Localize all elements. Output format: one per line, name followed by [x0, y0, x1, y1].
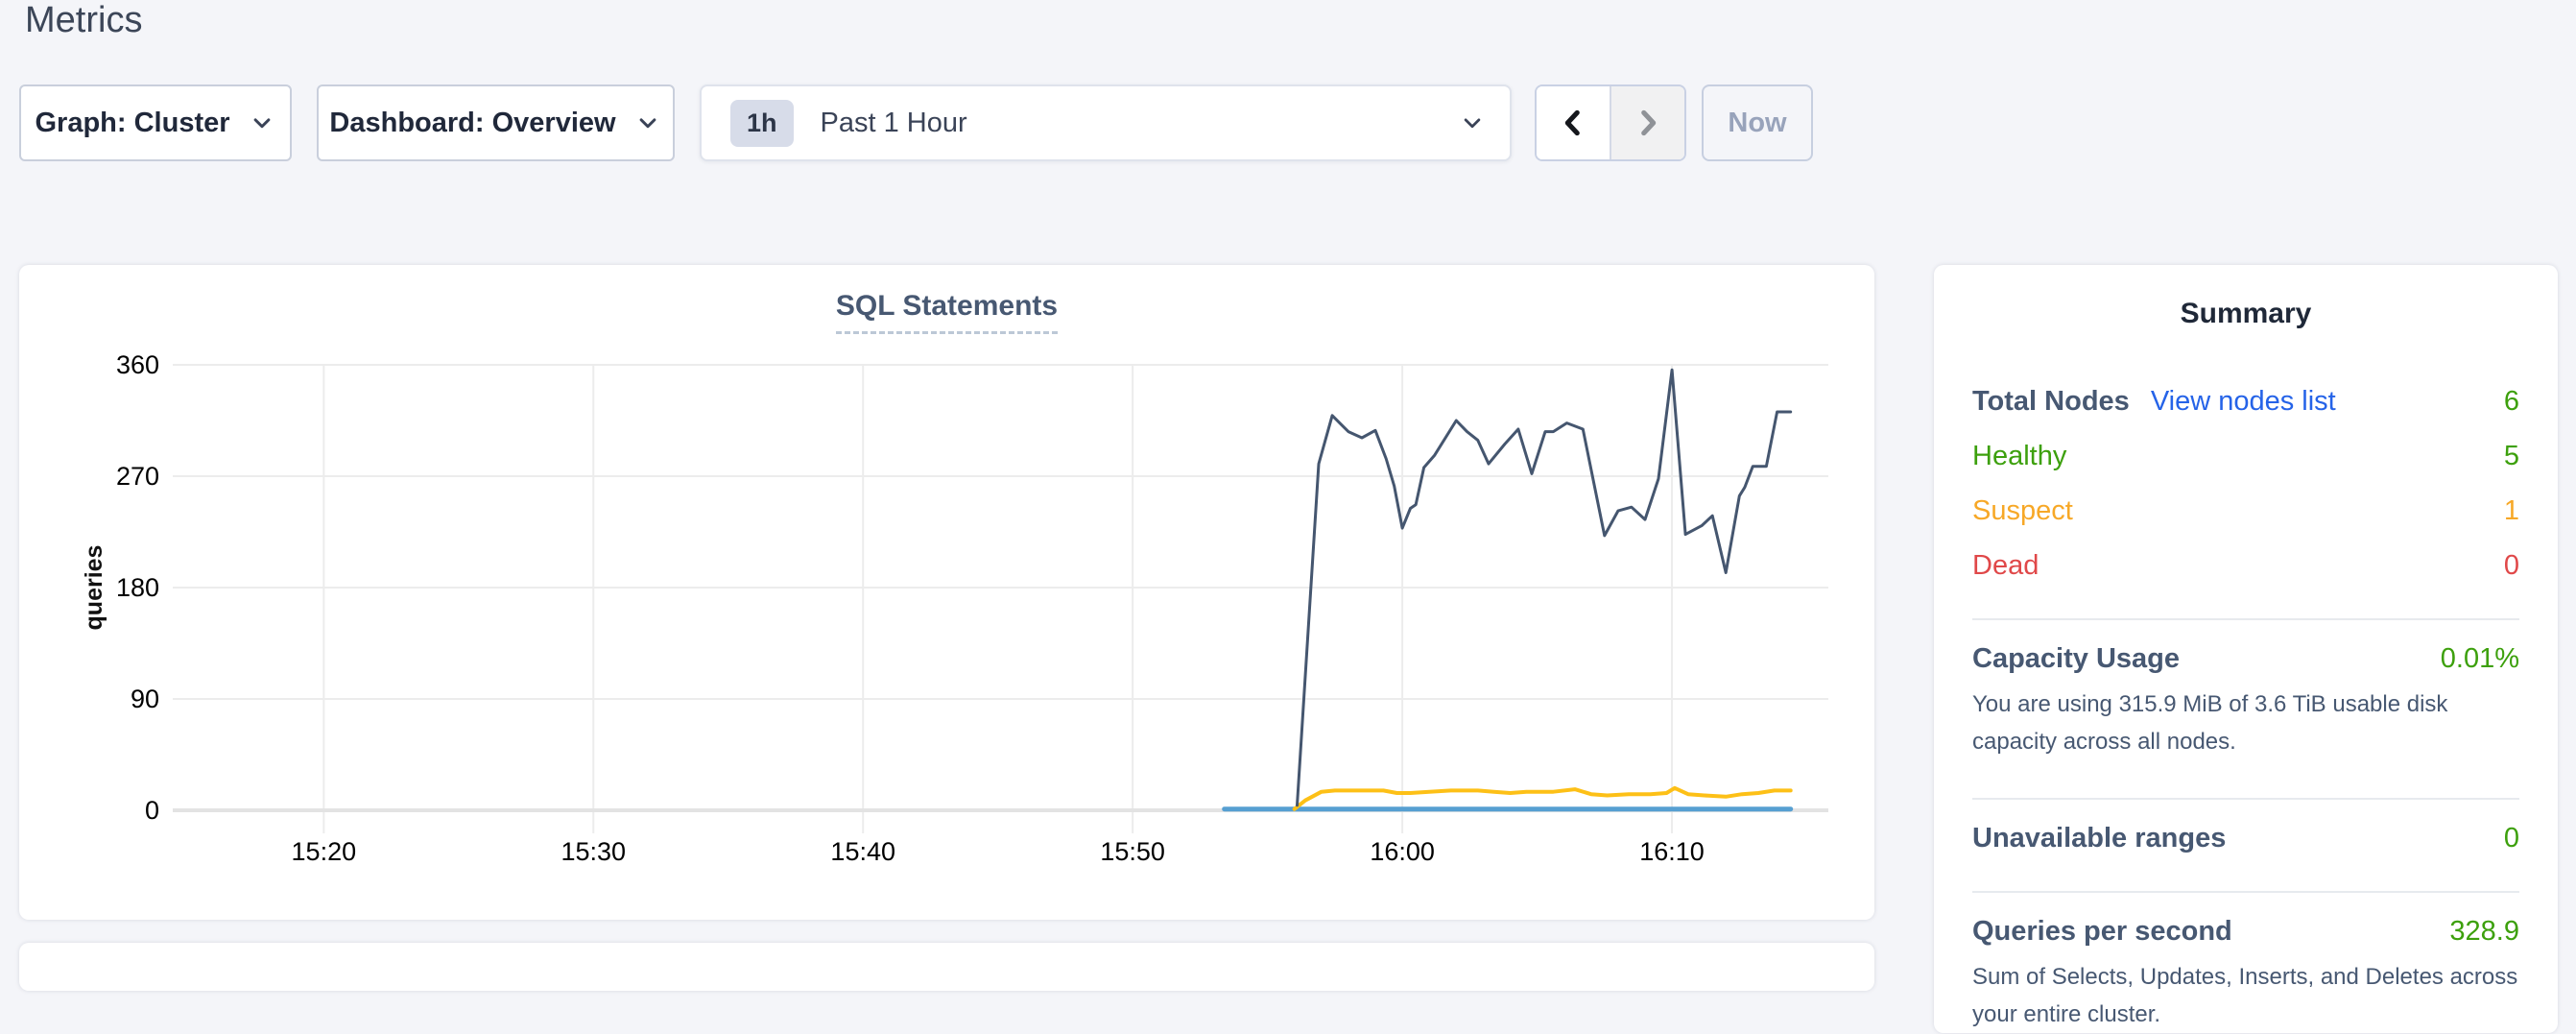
next-timespan-button[interactable]	[1611, 86, 1684, 159]
svg-text:15:40: 15:40	[830, 837, 895, 866]
summary-title: Summary	[1972, 298, 2519, 330]
total-nodes-row: Total Nodes View nodes list 6	[1972, 386, 2519, 418]
dead-nodes-row: Dead 0	[1972, 550, 2519, 582]
capacity-usage-label: Capacity Usage	[1972, 643, 2180, 675]
suspect-label: Suspect	[1972, 495, 2073, 527]
svg-text:90: 90	[131, 685, 159, 713]
dashboard-dropdown[interactable]: Dashboard: Overview	[317, 84, 675, 161]
now-button[interactable]: Now	[1702, 84, 1813, 161]
divider	[1972, 618, 2519, 620]
capacity-usage-description: You are using 315.9 MiB of 3.6 TiB usabl…	[1972, 686, 2519, 761]
svg-text:16:10: 16:10	[1639, 837, 1705, 866]
summary-panel: Summary Total Nodes View nodes list 6 He…	[1934, 265, 2558, 1033]
suspect-value: 1	[2504, 495, 2519, 527]
svg-text:0: 0	[145, 796, 159, 825]
time-range-selector[interactable]: 1h Past 1 Hour	[700, 84, 1512, 161]
graph-dropdown[interactable]: Graph: Cluster	[19, 84, 292, 161]
svg-text:180: 180	[116, 573, 159, 602]
chevron-left-icon	[1557, 107, 1589, 139]
graph-dropdown-label: Graph: Cluster	[35, 108, 229, 139]
queries-per-second-label: Queries per second	[1972, 916, 2232, 948]
svg-text:360: 360	[116, 350, 159, 379]
dashboard-dropdown-label: Dashboard: Overview	[329, 108, 615, 139]
time-range-label: Past 1 Hour	[821, 108, 1458, 139]
svg-text:16:00: 16:00	[1370, 837, 1435, 866]
capacity-usage-row: Capacity Usage 0.01%	[1972, 643, 2519, 675]
divider	[1972, 891, 2519, 893]
sql-statements-chart-plot[interactable]: 0 90 180 270 360 15:20 15:30 15:40 15:50 16:00 16:…	[19, 265, 1874, 920]
queries-per-second-row: Queries per second 328.9	[1972, 916, 2519, 948]
healthy-value: 5	[2504, 441, 2519, 472]
healthy-label: Healthy	[1972, 441, 2066, 472]
suspect-nodes-row: Suspect 1	[1972, 495, 2519, 527]
view-nodes-list-link[interactable]: View nodes list	[2151, 386, 2336, 418]
queries-per-second-value: 328.9	[2449, 916, 2519, 948]
total-nodes-label: Total Nodes	[1972, 386, 2130, 418]
unavailable-ranges-label: Unavailable ranges	[1972, 823, 2226, 854]
capacity-usage-value: 0.01%	[2441, 643, 2519, 675]
time-step-buttons	[1535, 84, 1686, 161]
dead-label: Dead	[1972, 550, 2039, 582]
svg-text:15:20: 15:20	[292, 837, 357, 866]
divider	[1972, 798, 2519, 800]
unavailable-ranges-row: Unavailable ranges 0	[1972, 823, 2519, 854]
sql-statements-chart-card: 0 90 180 270 360 15:20 15:30 15:40 15:50 16:00 16:…	[19, 265, 1874, 920]
chevron-down-icon	[1458, 108, 1487, 137]
svg-text:270: 270	[116, 462, 159, 491]
dead-value: 0	[2504, 550, 2519, 582]
svg-text:15:30: 15:30	[561, 837, 626, 866]
page-title: Metrics	[25, 0, 142, 41]
chevron-down-icon	[633, 108, 662, 137]
healthy-nodes-row: Healthy 5	[1972, 441, 2519, 472]
unavailable-ranges-value: 0	[2504, 823, 2519, 854]
chevron-right-icon	[1632, 107, 1664, 139]
svg-text:15:50: 15:50	[1100, 837, 1165, 866]
svg-text:queries: queries	[81, 545, 107, 631]
chart-title[interactable]: SQL Statements	[836, 290, 1058, 334]
queries-per-second-description: Sum of Selects, Updates, Inserts, and De…	[1972, 959, 2519, 1034]
previous-timespan-button[interactable]	[1537, 86, 1611, 159]
total-nodes-value: 6	[2504, 386, 2519, 418]
time-range-badge: 1h	[730, 100, 794, 147]
chevron-down-icon	[248, 108, 276, 137]
